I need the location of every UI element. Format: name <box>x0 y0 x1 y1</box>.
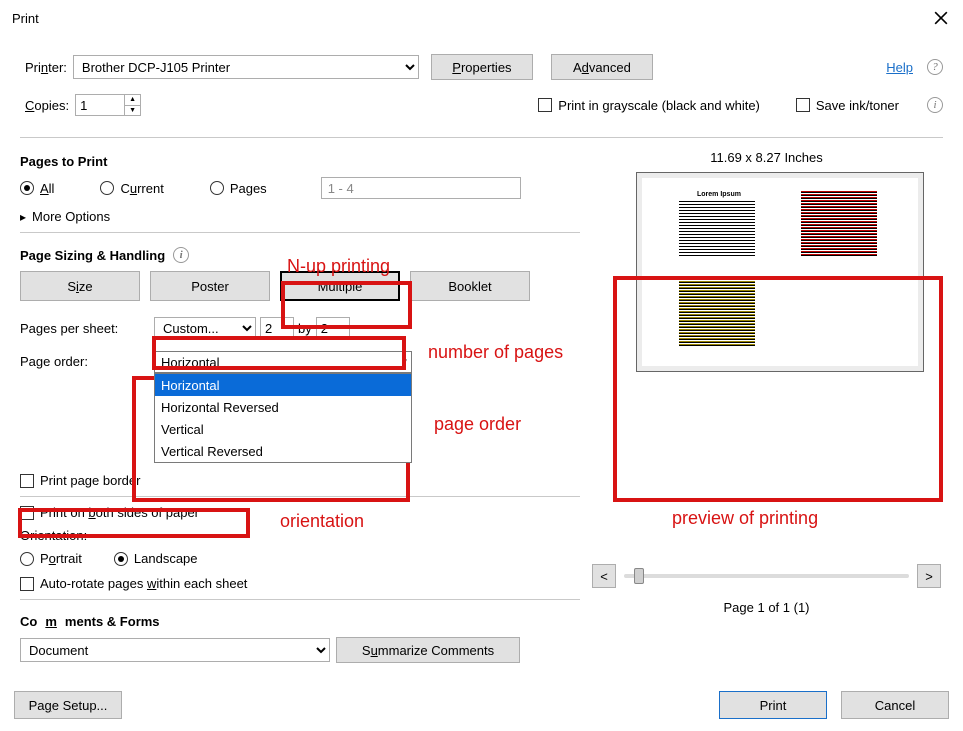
printer-select[interactable]: Brother DCP-J105 Printer <box>73 55 419 79</box>
radio-landscape[interactable]: Landscape <box>114 551 198 566</box>
preview-dimensions: 11.69 x 8.27 Inches <box>590 140 943 165</box>
copies-input[interactable] <box>76 95 124 115</box>
grayscale-label: Print in grayscale (black and white) <box>558 98 760 113</box>
auto-rotate-checkbox[interactable] <box>20 577 34 591</box>
comments-forms-heading: Comments & Forms <box>20 614 580 629</box>
save-ink-info-icon[interactable]: i <box>927 97 943 113</box>
page-order-label: Page order: <box>20 351 150 369</box>
orientation-label: Orientation: <box>20 528 580 543</box>
chevron-down-icon: ▾ <box>402 357 407 368</box>
page-order-option[interactable]: Vertical <box>155 418 411 440</box>
print-page-border-label: Print page border <box>40 473 140 488</box>
properties-button[interactable]: Properties <box>431 54 533 80</box>
print-both-sides-label: Print on both sides of paper <box>40 505 199 520</box>
pages-per-sheet-y[interactable] <box>316 317 350 339</box>
printer-label: Printer: <box>25 60 67 75</box>
comments-forms-select[interactable]: Document <box>20 638 330 662</box>
copies-label: Copies: <box>25 98 69 113</box>
print-preview: Lorem Ipsum <box>636 172 924 372</box>
preview-page-title: Lorem Ipsum <box>697 191 741 198</box>
copies-spin-up[interactable]: ▲ <box>125 95 140 106</box>
help-link[interactable]: Help <box>886 60 913 75</box>
radio-pages[interactable]: Pages <box>210 181 267 196</box>
by-label: by <box>298 321 312 336</box>
pages-range-input[interactable] <box>321 177 521 199</box>
sizing-info-icon[interactable]: i <box>173 247 189 263</box>
divider <box>20 232 580 233</box>
slider-knob[interactable] <box>634 568 644 584</box>
print-both-sides-checkbox[interactable] <box>20 506 34 520</box>
radio-portrait[interactable]: Portrait <box>20 551 82 566</box>
window-title: Print <box>12 11 923 26</box>
pages-to-print-heading: Pages to Print <box>20 154 580 169</box>
page-sizing-heading: Page Sizing & Handlingi <box>20 247 580 263</box>
preview-page-label: Page 1 of 1 (1) <box>590 600 943 615</box>
preview-next-button[interactable]: > <box>917 564 941 588</box>
auto-rotate-label: Auto-rotate pages within each sheet <box>40 576 247 591</box>
preview-prev-button[interactable]: < <box>592 564 616 588</box>
tab-multiple[interactable]: Multiple <box>280 271 400 301</box>
radio-all[interactable]: All <box>20 181 54 196</box>
page-order-dropdown: Horizontal Horizontal Reversed Vertical … <box>154 373 412 463</box>
page-order-option[interactable]: Horizontal <box>155 374 411 396</box>
close-icon <box>934 11 948 25</box>
page-order-option[interactable]: Vertical Reversed <box>155 440 411 462</box>
radio-current[interactable]: Current <box>100 181 163 196</box>
close-button[interactable] <box>923 4 959 32</box>
print-page-border-checkbox[interactable] <box>20 474 34 488</box>
divider <box>20 137 943 138</box>
divider <box>20 496 580 497</box>
tab-poster[interactable]: Poster <box>150 271 270 301</box>
copies-spin-down[interactable]: ▼ <box>125 106 140 116</box>
chevron-right-icon <box>20 209 26 224</box>
pages-per-sheet-label: Pages per sheet: <box>20 321 150 336</box>
preview-page-thumb <box>679 201 755 257</box>
summarize-comments-button[interactable]: Summarize Comments <box>336 637 520 663</box>
save-ink-checkbox[interactable] <box>796 98 810 112</box>
advanced-button[interactable]: Advanced <box>551 54 653 80</box>
preview-slider[interactable] <box>624 574 909 578</box>
cancel-button[interactable]: Cancel <box>841 691 949 719</box>
divider <box>20 599 580 600</box>
page-setup-button[interactable]: Page Setup... <box>14 691 122 719</box>
grayscale-checkbox[interactable] <box>538 98 552 112</box>
tab-size[interactable]: Size <box>20 271 140 301</box>
pages-per-sheet-x[interactable] <box>260 317 294 339</box>
print-button[interactable]: Print <box>719 691 827 719</box>
preview-page-thumb <box>679 281 755 347</box>
more-options-toggle[interactable]: More Options <box>20 209 580 224</box>
preview-page-thumb <box>801 191 877 257</box>
page-order-select[interactable]: Horizontal ▾ <box>154 351 412 373</box>
save-ink-label: Save ink/toner <box>816 98 899 113</box>
tab-booklet[interactable]: Booklet <box>410 271 530 301</box>
pages-per-sheet-mode[interactable]: Custom... <box>154 317 256 339</box>
help-info-icon[interactable]: ? <box>927 59 943 75</box>
page-order-option[interactable]: Horizontal Reversed <box>155 396 411 418</box>
